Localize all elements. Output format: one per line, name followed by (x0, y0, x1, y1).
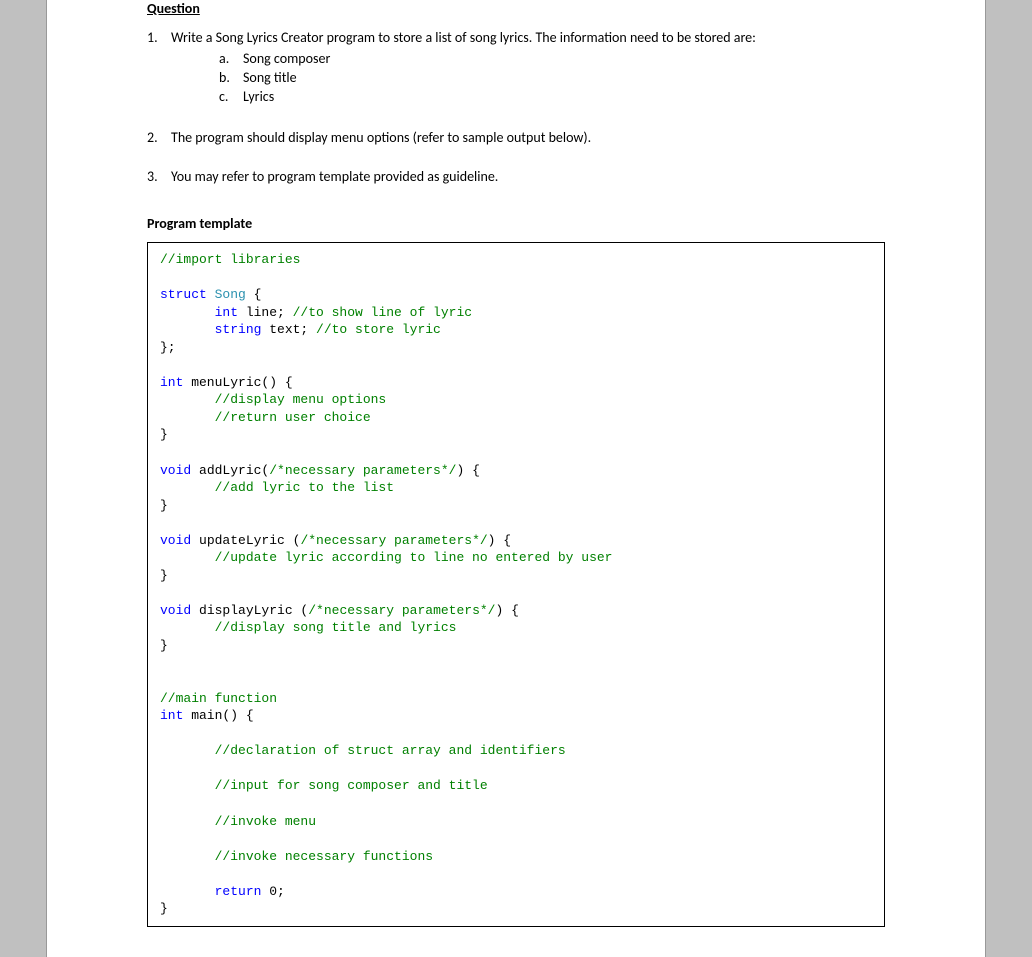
list-content: The program should display menu options … (171, 129, 885, 146)
sub-text: Song title (243, 69, 297, 86)
question-1-text: Write a Song Lyrics Creator program to s… (171, 29, 756, 46)
code-keyword: return (160, 884, 261, 899)
code-text: main() { (183, 708, 253, 723)
code-text: } (160, 901, 168, 916)
code-template-box: //import libraries struct Song { int lin… (147, 242, 885, 927)
code-text: 0; (261, 884, 284, 899)
code-comment: //main function (160, 691, 277, 706)
list-content: Write a Song Lyrics Creator program to s… (171, 29, 885, 107)
code-text: ) { (488, 533, 511, 548)
code-keyword: int (160, 305, 238, 320)
code-text: menuLyric() { (183, 375, 292, 390)
code-type: Song (207, 287, 246, 302)
code-text: }; (160, 340, 176, 355)
question-item-1: 1. Write a Song Lyrics Creator program t… (147, 29, 885, 107)
sub-marker: a. (219, 50, 243, 67)
sub-item-a: a. Song composer (219, 50, 885, 67)
question-item-2: 2. The program should display menu optio… (147, 129, 885, 146)
list-marker: 3. (147, 168, 171, 185)
question-3-text: You may refer to program template provid… (171, 168, 498, 185)
code-comment: /*necessary parameters*/ (308, 603, 495, 618)
code-comment: /*necessary parameters*/ (269, 463, 456, 478)
code-keyword: void (160, 603, 191, 618)
question-2-text: The program should display menu options … (171, 129, 591, 146)
sub-marker: b. (219, 69, 243, 86)
code-text: } (160, 638, 168, 653)
code-comment: //add lyric to the list (160, 480, 394, 495)
code-comment: //display menu options (160, 392, 386, 407)
sub-item-c: c. Lyrics (219, 88, 885, 105)
code-comment: //to store lyric (316, 322, 441, 337)
sub-text: Lyrics (243, 88, 274, 105)
code-text: updateLyric ( (191, 533, 300, 548)
code-comment: //return user choice (160, 410, 371, 425)
code-comment: //import libraries (160, 252, 300, 267)
code-comment: //update lyric according to line no ente… (160, 550, 612, 565)
sub-marker: c. (219, 88, 243, 105)
code-text: line; (238, 305, 293, 320)
question-heading: Question (147, 0, 885, 17)
code-keyword: string (160, 322, 261, 337)
list-marker: 1. (147, 29, 171, 107)
code-keyword: void (160, 533, 191, 548)
code-text: { (246, 287, 262, 302)
code-comment: //to show line of lyric (293, 305, 472, 320)
code-text: text; (261, 322, 316, 337)
sub-text: Song composer (243, 50, 330, 67)
question-list: 1. Write a Song Lyrics Creator program t… (147, 29, 885, 185)
code-text: } (160, 427, 168, 442)
document-page: Question 1. Write a Song Lyrics Creator … (46, 0, 986, 957)
code-comment: //invoke menu (160, 814, 316, 829)
code-text: addLyric( (191, 463, 269, 478)
code-text: } (160, 498, 168, 513)
code-text: ) { (495, 603, 518, 618)
code-text: displayLyric ( (191, 603, 308, 618)
question-item-3: 3. You may refer to program template pro… (147, 168, 885, 185)
program-template-heading: Program template (147, 215, 885, 232)
code-text: } (160, 568, 168, 583)
code-keyword: int (160, 708, 183, 723)
code-comment: //invoke necessary functions (160, 849, 433, 864)
code-keyword: struct (160, 287, 207, 302)
code-text: ) { (456, 463, 479, 478)
list-marker: 2. (147, 129, 171, 146)
code-keyword: int (160, 375, 183, 390)
sub-item-b: b. Song title (219, 69, 885, 86)
code-keyword: void (160, 463, 191, 478)
code-comment: //input for song composer and title (160, 778, 488, 793)
list-content: You may refer to program template provid… (171, 168, 885, 185)
code-comment: //declaration of struct array and identi… (160, 743, 566, 758)
code-comment: /*necessary parameters*/ (300, 533, 487, 548)
sub-list: a. Song composer b. Song title c. Lyrics (171, 50, 885, 105)
code-comment: //display song title and lyrics (160, 620, 456, 635)
